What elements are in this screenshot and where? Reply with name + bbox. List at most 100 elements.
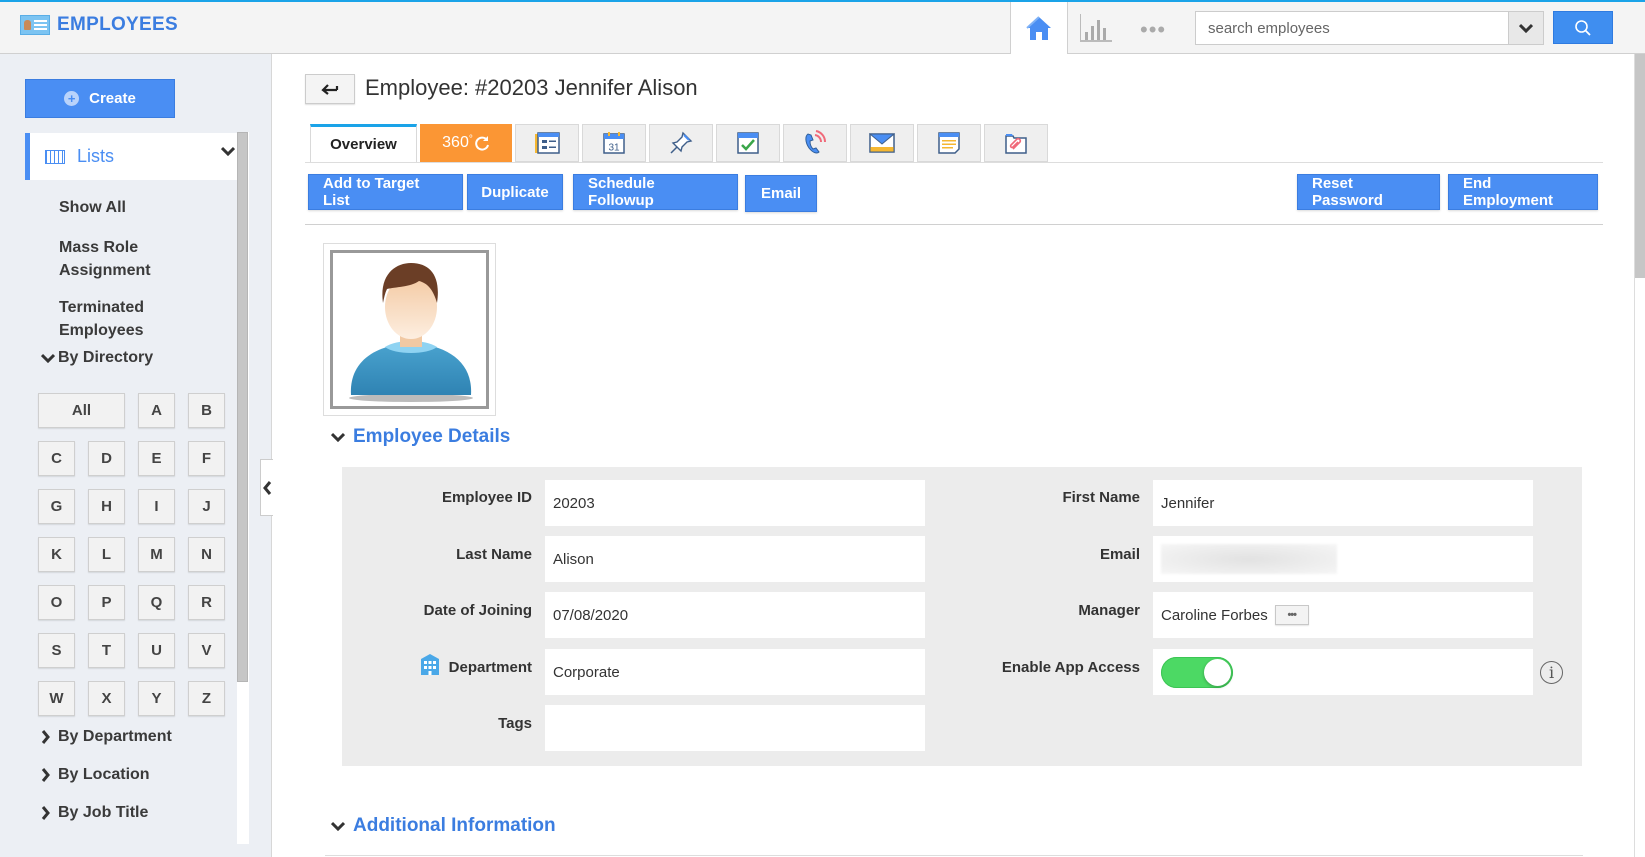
phone-call-icon	[805, 130, 827, 154]
alpha-button[interactable]: K	[38, 537, 75, 572]
schedule-followup-button[interactable]: Schedule Followup	[573, 174, 738, 210]
alpha-button[interactable]: X	[88, 681, 125, 716]
tab-overview[interactable]: Overview	[310, 124, 417, 162]
details-form-icon	[535, 132, 560, 154]
alpha-button[interactable]: G	[38, 489, 75, 524]
back-button[interactable]	[305, 74, 355, 104]
alpha-button[interactable]: R	[188, 585, 225, 620]
email-label: Email	[1099, 546, 1140, 563]
tabs-divider	[305, 162, 1603, 163]
department-label: Department	[448, 659, 532, 676]
add-to-target-list-button[interactable]: Add to Target List	[308, 174, 463, 210]
tab-tasks[interactable]	[716, 124, 780, 162]
tab-attachments[interactable]	[984, 124, 1048, 162]
tab-360[interactable]: 360 °	[420, 124, 512, 162]
sidebar-group-by-job-title[interactable]: By Job Title	[41, 804, 148, 822]
tab-calls[interactable]	[783, 124, 847, 162]
alpha-button[interactable]: Y	[138, 681, 175, 716]
tab-notes[interactable]	[917, 124, 981, 162]
search-icon	[1575, 19, 1591, 36]
search-dropdown-button[interactable]	[1508, 12, 1543, 44]
create-button[interactable]: + Create	[25, 79, 175, 118]
alpha-button[interactable]: W	[38, 681, 75, 716]
alpha-button[interactable]: D	[88, 441, 125, 476]
main-scrollbar-thumb[interactable]	[1635, 54, 1645, 278]
additional-information-header[interactable]: Additional Information	[331, 815, 556, 837]
sidebar-scrollbar-thumb[interactable]	[237, 132, 248, 682]
tab-pin[interactable]	[649, 124, 713, 162]
alpha-button[interactable]: N	[188, 537, 225, 572]
employee-details-header[interactable]: Employee Details	[331, 426, 510, 448]
search-input[interactable]	[1196, 12, 1508, 44]
chevron-right-icon	[41, 768, 50, 782]
alpha-button[interactable]: Q	[138, 585, 175, 620]
tab-calendar[interactable]: 31	[582, 124, 646, 162]
collapse-sidebar-button[interactable]	[260, 459, 274, 516]
employee-id-label: Employee ID	[441, 489, 532, 506]
plus-circle-icon: +	[64, 91, 80, 106]
email-field[interactable]	[1153, 536, 1533, 582]
back-arrow-icon	[321, 84, 339, 95]
sidebar-item-show-all[interactable]: Show All	[59, 196, 126, 219]
alpha-button[interactable]: Z	[188, 681, 225, 716]
chart-icon[interactable]	[1080, 14, 1112, 42]
alpha-button[interactable]: H	[88, 489, 125, 524]
email-button[interactable]: Email	[745, 175, 817, 212]
more-icon[interactable]: •••	[1140, 17, 1166, 43]
alpha-button[interactable]: J	[188, 489, 225, 524]
enable-app-access-field	[1153, 649, 1533, 695]
alpha-button[interactable]: L	[88, 537, 125, 572]
department-field[interactable]: Corporate	[545, 649, 925, 695]
sidebar-item-terminated-employees[interactable]: Terminated Employees	[59, 296, 189, 342]
app-title: EMPLOYEES	[57, 14, 178, 35]
alpha-button[interactable]: C	[38, 441, 75, 476]
alpha-button[interactable]: B	[188, 393, 225, 428]
manager-field[interactable]: Caroline Forbes •••	[1153, 592, 1533, 638]
tags-field[interactable]	[545, 705, 925, 751]
lists-label: Lists	[77, 146, 115, 166]
tab-emails[interactable]	[850, 124, 914, 162]
date-of-joining-field[interactable]: 07/08/2020	[545, 592, 925, 638]
search-box	[1195, 11, 1544, 45]
alpha-button[interactable]: A	[138, 393, 175, 428]
section-divider	[325, 855, 1583, 856]
lists-header[interactable]: Lists	[25, 133, 237, 180]
alpha-button[interactable]: T	[88, 633, 125, 668]
by-department-label: By Department	[58, 728, 172, 745]
tab-details-form[interactable]	[515, 124, 579, 162]
home-button[interactable]	[1010, 2, 1068, 54]
search-button[interactable]	[1553, 11, 1613, 44]
employee-photo[interactable]	[323, 243, 496, 416]
info-icon[interactable]: i	[1540, 661, 1563, 684]
alpha-all-button[interactable]: All	[38, 393, 125, 428]
manager-lookup-button[interactable]: •••	[1274, 605, 1309, 625]
avatar	[330, 250, 489, 409]
alpha-button[interactable]: S	[38, 633, 75, 668]
end-employment-button[interactable]: End Employment	[1448, 174, 1598, 210]
chevron-down-icon	[41, 353, 55, 363]
employee-id-field[interactable]: 20203	[545, 480, 925, 526]
by-directory-header[interactable]: By Directory	[41, 349, 153, 367]
last-name-field[interactable]: Alison	[545, 536, 925, 582]
alpha-button[interactable]: F	[188, 441, 225, 476]
brand[interactable]: EMPLOYEES	[20, 14, 178, 36]
reset-password-button[interactable]: Reset Password	[1297, 174, 1440, 210]
employee-card-icon	[20, 15, 50, 35]
main-scrollbar[interactable]	[1634, 54, 1645, 857]
sidebar-item-mass-role-assignment[interactable]: Mass Role Assignment	[59, 236, 189, 282]
refresh-icon	[475, 136, 489, 151]
sidebar-scrollbar[interactable]	[237, 132, 249, 844]
alpha-button[interactable]: I	[138, 489, 175, 524]
sidebar-group-by-department[interactable]: By Department	[41, 728, 172, 746]
alpha-button[interactable]: V	[188, 633, 225, 668]
alpha-button[interactable]: E	[138, 441, 175, 476]
first-name-field[interactable]: Jennifer	[1153, 480, 1533, 526]
sidebar-group-by-location[interactable]: By Location	[41, 766, 150, 784]
alpha-button[interactable]: U	[138, 633, 175, 668]
duplicate-button[interactable]: Duplicate	[467, 174, 563, 210]
alpha-button[interactable]: M	[138, 537, 175, 572]
alpha-button[interactable]: O	[38, 585, 75, 620]
enable-app-access-toggle[interactable]	[1161, 656, 1233, 688]
alphabet-filter: All A B C D E F G H I J K L M N O P Q R …	[38, 393, 226, 716]
alpha-button[interactable]: P	[88, 585, 125, 620]
